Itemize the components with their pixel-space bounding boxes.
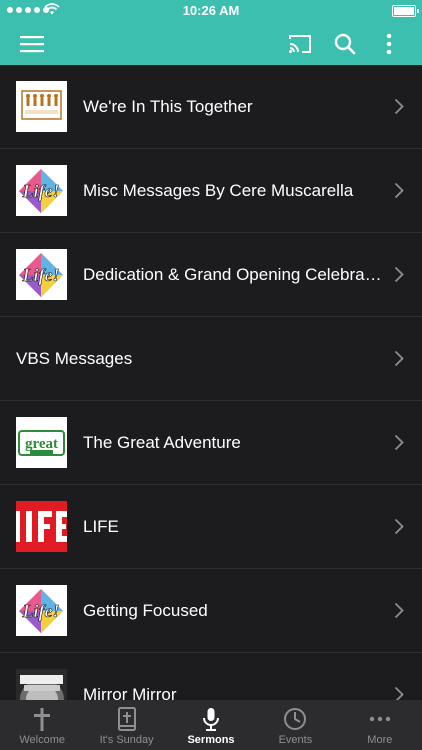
life-logo: Life! (16, 165, 67, 216)
list-item[interactable]: great The Great Adventure (0, 401, 422, 485)
series-title: We're In This Together (83, 96, 253, 116)
list-item[interactable]: Mirror Mirror (0, 653, 422, 700)
vertical-dots-icon[interactable] (375, 30, 403, 58)
chevron-right-icon (394, 266, 404, 283)
top-nav-bar (0, 22, 422, 65)
tab-label: Welcome (19, 734, 66, 746)
cross-icon (34, 708, 51, 731)
svg-text:Life!: Life! (22, 265, 60, 285)
series-title: Getting Focused (83, 600, 208, 620)
life-logo: Life! (16, 585, 67, 636)
list-item[interactable]: VBS Messages (0, 317, 422, 401)
bible-icon (117, 707, 136, 731)
chevron-right-icon (394, 182, 404, 199)
tab-label: More (367, 734, 393, 746)
life-red-logo (16, 501, 67, 552)
more-dots-icon (369, 716, 391, 722)
chevron-right-icon (394, 98, 404, 115)
battery-icon (392, 5, 419, 17)
tab-sermons[interactable]: Sermons (169, 700, 253, 750)
cast-icon[interactable] (286, 30, 314, 58)
hamburger-menu-icon[interactable] (18, 30, 46, 58)
series-title: The Great Adventure (83, 432, 241, 452)
tab-welcome[interactable]: Welcome (0, 700, 84, 750)
series-title: Misc Messages By Cere Muscarella (83, 180, 354, 200)
great-adventure-logo: great (16, 417, 67, 468)
bottom-tab-bar: Welcome It's Sunday Sermons Events More (0, 700, 422, 750)
status-bar: 10:26 AM (0, 0, 422, 22)
list-item[interactable]: Life! Misc Messages By Cere Muscarella (0, 149, 422, 233)
chevron-right-icon (394, 434, 404, 451)
svg-text:Life!: Life! (22, 181, 60, 201)
chevron-right-icon (394, 602, 404, 619)
list-item[interactable]: Life! Dedication & Grand Opening Celebra… (0, 233, 422, 317)
svg-text:Life!: Life! (22, 601, 60, 621)
tab-events[interactable]: Events (253, 700, 337, 750)
list-item[interactable]: LIFE (0, 485, 422, 569)
life-logo: Life! (16, 249, 67, 300)
chevron-right-icon (394, 686, 404, 700)
tab-label: Sermons (187, 734, 235, 746)
list-item[interactable]: We're In This Together (0, 65, 422, 149)
tab-label: Events (278, 734, 313, 746)
series-title: Dedication & Grand Opening Celebrat... (83, 264, 383, 284)
microphone-icon (203, 708, 220, 731)
status-time: 10:26 AM (182, 3, 240, 18)
sermon-series-list: We're In This Together Life! Misc Messag… (0, 65, 422, 700)
chevron-right-icon (394, 518, 404, 535)
tab-more[interactable]: More (338, 700, 422, 750)
series-title: VBS Messages (16, 348, 133, 368)
series-title: LIFE (83, 516, 119, 536)
tab-its-sunday[interactable]: It's Sunday (84, 700, 168, 750)
svg-text:great: great (25, 436, 58, 452)
search-icon[interactable] (331, 30, 359, 58)
chevron-right-icon (394, 350, 404, 367)
series-title: Mirror Mirror (83, 684, 177, 701)
mirror-logo (16, 669, 67, 700)
list-item[interactable]: Life! Getting Focused (0, 569, 422, 653)
clock-icon (284, 708, 307, 730)
together-logo (16, 81, 67, 132)
tab-label: It's Sunday (99, 734, 154, 746)
